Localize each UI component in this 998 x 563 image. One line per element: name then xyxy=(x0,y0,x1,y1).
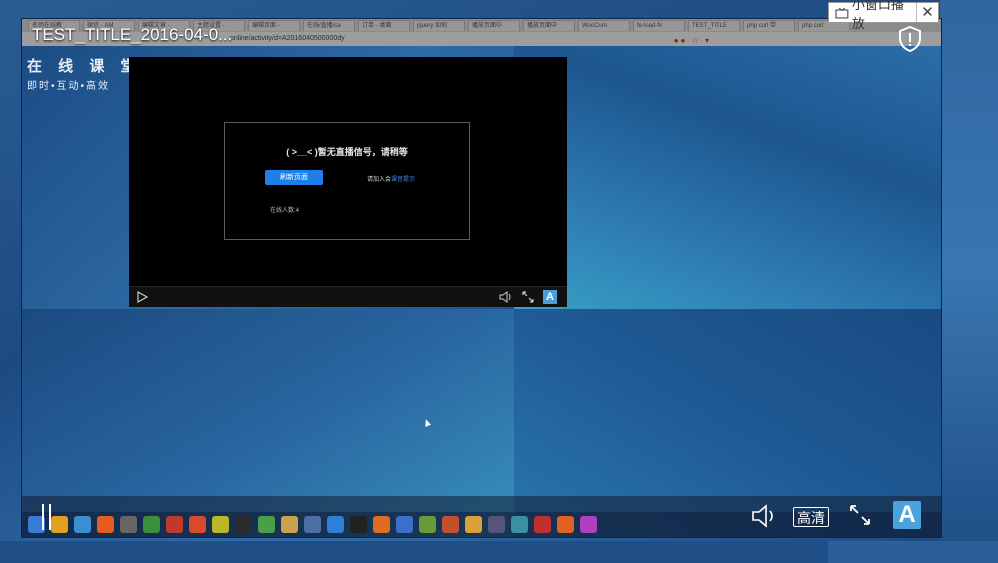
a-icon xyxy=(212,516,229,533)
logo-main-text: 在 线 课 堂 xyxy=(27,58,142,75)
firefox-icon xyxy=(97,516,114,533)
bird-icon xyxy=(534,516,551,533)
volume-icon[interactable] xyxy=(499,291,513,303)
dict-icon xyxy=(189,516,206,533)
brand-logo-icon: A xyxy=(893,501,921,529)
chrome2-icon xyxy=(465,516,482,533)
notice-title: ( >__< )暂无直播信号，请稍等 xyxy=(286,147,408,157)
refresh-button[interactable]: 刷新页面 xyxy=(265,170,323,185)
mini-window-label: 小窗口播放 xyxy=(851,0,904,31)
video-control-bar: A xyxy=(129,286,567,307)
course-logo: 在 线 课 堂 即时•互动•高效 xyxy=(27,55,142,92)
no-signal-notice: ( >__< )暂无直播信号，请稍等 刷新页面 请加入会课音提示 在线人数:4 xyxy=(224,122,470,240)
search-icon xyxy=(304,516,321,533)
screen-share-region xyxy=(514,19,941,309)
obs-icon xyxy=(235,516,252,533)
join-prefix: 请加入会 xyxy=(367,177,392,183)
mini-window-control: 小窗口播放 ✕ xyxy=(828,0,939,31)
join-text: 请加入会课音提示 xyxy=(367,174,415,183)
video-player[interactable]: 名师在线教 微信 - AM 编辑文章 - 主题设置 - 编辑页面 - 在线/直播/ca 订单… xyxy=(21,18,942,538)
globe-icon xyxy=(327,516,344,533)
video-title: TEST_TITLE_2016-04-0... xyxy=(32,25,233,44)
mini-window-button[interactable]: 小窗口播放 xyxy=(829,0,917,31)
fullscreen-icon[interactable] xyxy=(522,291,534,303)
firefox3-icon xyxy=(557,516,574,533)
color-icon xyxy=(580,516,597,533)
quality-button[interactable]: 高清 xyxy=(793,507,829,527)
ppt-icon xyxy=(442,516,459,533)
vbox-icon xyxy=(396,516,413,533)
logo-sub-text: 即时•互动•高效 xyxy=(27,81,111,92)
notes-icon xyxy=(419,516,436,533)
close-icon[interactable]: ✕ xyxy=(917,3,938,22)
lock-icon xyxy=(488,516,505,533)
app-icon xyxy=(120,516,137,533)
folder-icon xyxy=(281,516,298,533)
chart-icon xyxy=(143,516,160,533)
player-logo-icon: A xyxy=(543,290,557,304)
volume-icon[interactable] xyxy=(751,504,779,528)
join-link[interactable]: 课音提示 xyxy=(391,177,415,183)
green-icon xyxy=(258,516,275,533)
explorer-icon xyxy=(74,516,91,533)
image-icon xyxy=(511,516,528,533)
fullscreen-icon[interactable] xyxy=(848,503,872,527)
desktop-background-edge xyxy=(940,0,998,541)
online-count: 在线人数:4 xyxy=(270,208,300,214)
desktop-bottom-right xyxy=(828,541,998,563)
media-icon xyxy=(166,516,183,533)
firefox2-icon xyxy=(373,516,390,533)
qq-icon xyxy=(350,516,367,533)
tv-icon xyxy=(835,7,849,19)
play-icon[interactable] xyxy=(136,291,148,303)
pause-icon[interactable] xyxy=(40,502,54,532)
embedded-video[interactable]: ( >__< )暂无直播信号，请稍等 刷新页面 请加入会课音提示 在线人数:4 … xyxy=(129,57,567,307)
